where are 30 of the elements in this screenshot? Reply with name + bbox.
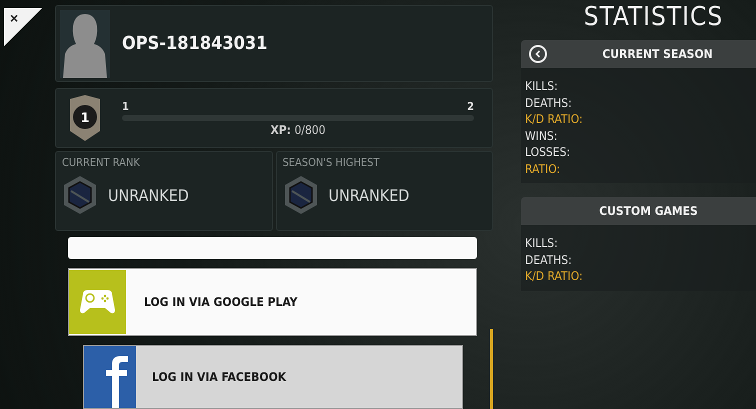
statistics-title: STATISTICS	[584, 2, 724, 32]
section-title: CUSTOM GAMES	[598, 204, 698, 218]
rank-title: CURRENT RANK	[62, 156, 141, 169]
section-title: CURRENT SEASON	[601, 47, 713, 61]
avatar-icon	[60, 10, 110, 78]
rank-value: UNRANKED	[108, 186, 189, 204]
player-name: OPS-181843031	[122, 33, 268, 54]
stat-label: LOSSES:	[525, 144, 570, 160]
login-button[interactable]: LOG IN VIA FACEBOOK	[83, 345, 463, 409]
xp-text: XP: 0/800	[270, 122, 326, 136]
stat-label: RATIO:	[525, 160, 560, 177]
login-button[interactable]: LOG IN VIA GOOGLE PLAY	[68, 268, 477, 336]
rank-value: UNRANKED	[328, 186, 410, 204]
level-end: 2	[467, 100, 474, 112]
stat-label: K/D RATIO:	[525, 111, 583, 128]
stat-label: DEATHS:	[525, 252, 572, 268]
stat-label: KILLS:	[525, 78, 558, 94]
stat-label: WINS:	[525, 128, 558, 144]
rank-hexagon-icon	[62, 175, 98, 215]
level-start: 1	[122, 100, 129, 112]
chevron-left-icon	[534, 50, 542, 58]
stat-label: K/D RATIO:	[525, 268, 583, 284]
rank-hexagon-icon	[282, 175, 318, 215]
close-button[interactable]: ×	[4, 8, 42, 46]
stat-label: KILLS:	[525, 235, 558, 252]
stat-label: DEATHS:	[525, 94, 572, 111]
back-button[interactable]	[529, 45, 547, 63]
gamepad-icon	[69, 270, 126, 334]
rank-title: SEASON'S HIGHEST	[282, 156, 380, 169]
facebook-logo-icon	[84, 346, 136, 408]
